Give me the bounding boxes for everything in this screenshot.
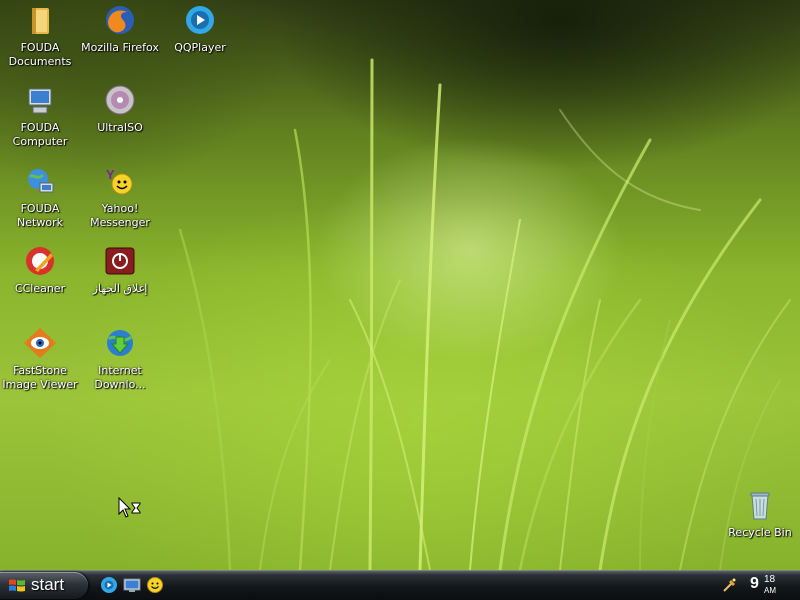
- icon-label: FOUDA Documents: [8, 41, 72, 68]
- icon-label: FOUDA Network: [17, 202, 63, 229]
- system-tray: 9 18 AM: [718, 571, 800, 600]
- icon-label: FastStone Image Viewer: [2, 364, 78, 391]
- desktop[interactable]: FOUDA Documents Mozilla Firefox QQPlayer…: [0, 0, 800, 570]
- disc-icon: [105, 85, 135, 115]
- icon-label: Yahoo! Messenger: [90, 202, 150, 229]
- taskbar: start 9 18 AM: [0, 570, 800, 600]
- qqplayer-icon: [186, 6, 214, 34]
- clock-hour: 9: [750, 575, 759, 592]
- desktop-icon-ultraiso[interactable]: UltraISO: [80, 84, 160, 135]
- desktop-icon-documents[interactable]: FOUDA Documents: [0, 4, 80, 69]
- busy-cursor-icon: [118, 497, 141, 518]
- icon-label: Mozilla Firefox: [81, 41, 159, 54]
- desktop-icon-recycle-bin[interactable]: Recycle Bin: [720, 489, 800, 540]
- clock-minutes: 18: [764, 574, 776, 585]
- clock-ampm: AM: [764, 586, 776, 595]
- icon-label: Recycle Bin: [728, 526, 792, 539]
- quick-launch-show-desktop-icon[interactable]: [122, 575, 142, 595]
- quick-launch-qqplayer-icon[interactable]: [99, 575, 119, 595]
- quick-launch-yahoo-messenger-icon[interactable]: [145, 575, 165, 595]
- desktop-icon-computer[interactable]: FOUDA Computer: [0, 84, 80, 149]
- firefox-icon: [106, 6, 134, 34]
- internet-download-manager-icon: [107, 330, 133, 356]
- start-button[interactable]: start: [0, 572, 88, 599]
- ccleaner-icon: [26, 247, 54, 275]
- desktop-icon-shutdown[interactable]: إغلاق الجهاز: [80, 245, 160, 296]
- desktop-icon-qqplayer[interactable]: QQPlayer: [160, 4, 240, 55]
- icon-label: Internet Downlo...: [94, 364, 146, 391]
- shutdown-icon: [105, 247, 135, 275]
- desktop-icon-firefox[interactable]: Mozilla Firefox: [80, 4, 160, 55]
- desktop-icon-faststone[interactable]: FastStone Image Viewer: [0, 327, 80, 392]
- desktop-icon-yahoo-messenger[interactable]: Y Yahoo! Messenger: [80, 165, 160, 230]
- icon-label: CCleaner: [14, 282, 66, 295]
- network-icon: [28, 169, 54, 193]
- icon-label: QQPlayer: [174, 41, 226, 54]
- computer-icon: [28, 88, 52, 114]
- icon-label: UltraISO: [97, 121, 143, 134]
- yahoo-messenger-icon: Y: [106, 167, 133, 195]
- tray-app-icon[interactable]: [722, 577, 738, 593]
- folder-icon: [32, 8, 49, 34]
- desktop-icon-internet-download-manager[interactable]: Internet Downlo...: [80, 327, 160, 392]
- start-label: start: [31, 575, 65, 594]
- desktop-icon-network[interactable]: FOUDA Network: [0, 165, 80, 230]
- windows-flag-icon: [9, 579, 25, 592]
- recycle-bin-icon: [750, 492, 770, 520]
- desktop-icon-ccleaner[interactable]: CCleaner: [0, 245, 80, 296]
- faststone-icon: [24, 328, 56, 358]
- icon-label: إغلاق الجهاز: [92, 282, 148, 295]
- icon-label: FOUDA Computer: [12, 121, 68, 148]
